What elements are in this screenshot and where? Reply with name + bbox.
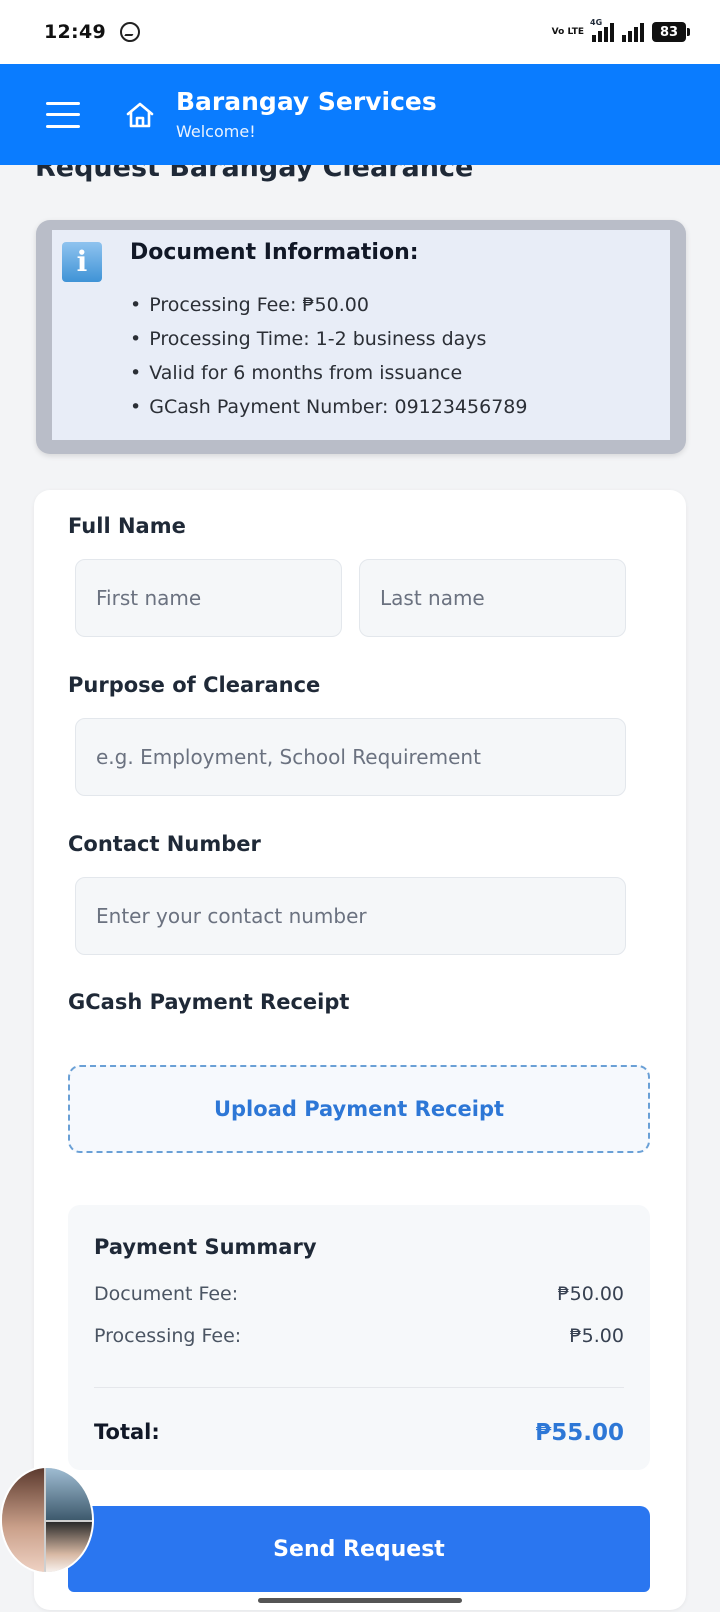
info-item-processing-fee: Processing Fee: ₱50.00 (130, 288, 527, 322)
status-bar: 12:49 Vo LTE 4G 83 (0, 0, 720, 64)
status-right: Vo LTE 4G 83 (551, 18, 690, 42)
total-label: Total: (94, 1420, 160, 1444)
upload-receipt-button[interactable]: Upload Payment Receipt (68, 1065, 650, 1153)
total-row: Total: ₱55.00 (94, 1420, 624, 1446)
header-text: Barangay Services Welcome! (176, 87, 437, 143)
volte-indicator: Vo LTE (551, 26, 584, 37)
processing-fee-label: Processing Fee: (94, 1325, 242, 1347)
app-subtitle: Welcome! (176, 121, 256, 141)
contact-label: Contact Number (68, 832, 261, 856)
signal-icon: 4G (590, 18, 614, 42)
network-type-label: 4G (590, 18, 603, 27)
battery-icon: 83 (652, 22, 690, 42)
info-item-gcash-number: GCash Payment Number: 09123456789 (130, 390, 527, 424)
full-name-label: Full Name (68, 514, 186, 538)
home-icon[interactable] (124, 99, 156, 131)
document-fee-row: Document Fee: ₱50.00 (94, 1283, 624, 1305)
purpose-input[interactable] (75, 718, 626, 796)
app-header: Barangay Services Welcome! (0, 64, 720, 165)
purpose-label: Purpose of Clearance (68, 673, 321, 697)
document-fee-amount: ₱50.00 (557, 1283, 624, 1305)
document-info-panel: i Document Information: Processing Fee: … (52, 230, 670, 440)
payment-summary: Payment Summary Document Fee: ₱50.00 Pro… (68, 1205, 650, 1470)
contact-number-input[interactable] (75, 877, 626, 955)
signal-icon-2 (622, 22, 644, 42)
payment-summary-title: Payment Summary (94, 1235, 317, 1259)
status-time: 12:49 (44, 21, 106, 43)
status-left: 12:49 (44, 21, 140, 43)
total-amount: ₱55.00 (535, 1420, 624, 1446)
messenger-icon (119, 22, 140, 42)
request-form: Full Name Purpose of Clearance Contact N… (34, 490, 686, 1610)
home-indicator[interactable] (258, 1598, 462, 1603)
document-fee-label: Document Fee: (94, 1283, 239, 1305)
processing-fee-amount: ₱5.00 (569, 1325, 624, 1347)
document-info-card: i Document Information: Processing Fee: … (36, 220, 686, 454)
send-request-button[interactable]: Send Request (68, 1506, 650, 1592)
info-title: Document Information: (130, 240, 419, 265)
info-item-processing-time: Processing Time: 1-2 business days (130, 322, 527, 356)
processing-fee-row: Processing Fee: ₱5.00 (94, 1325, 624, 1347)
summary-divider (94, 1387, 624, 1388)
first-name-input[interactable] (75, 559, 342, 637)
gcash-receipt-label: GCash Payment Receipt (68, 990, 350, 1014)
info-list: Processing Fee: ₱50.00 Processing Time: … (130, 288, 527, 424)
chat-head-avatar[interactable] (0, 1466, 94, 1574)
last-name-input[interactable] (359, 559, 626, 637)
info-icon: i (62, 242, 102, 282)
info-item-validity: Valid for 6 months from issuance (130, 356, 527, 390)
hamburger-menu-icon[interactable] (46, 101, 80, 128)
upload-receipt-label: Upload Payment Receipt (213, 1097, 505, 1121)
app-title: Barangay Services (176, 86, 437, 116)
